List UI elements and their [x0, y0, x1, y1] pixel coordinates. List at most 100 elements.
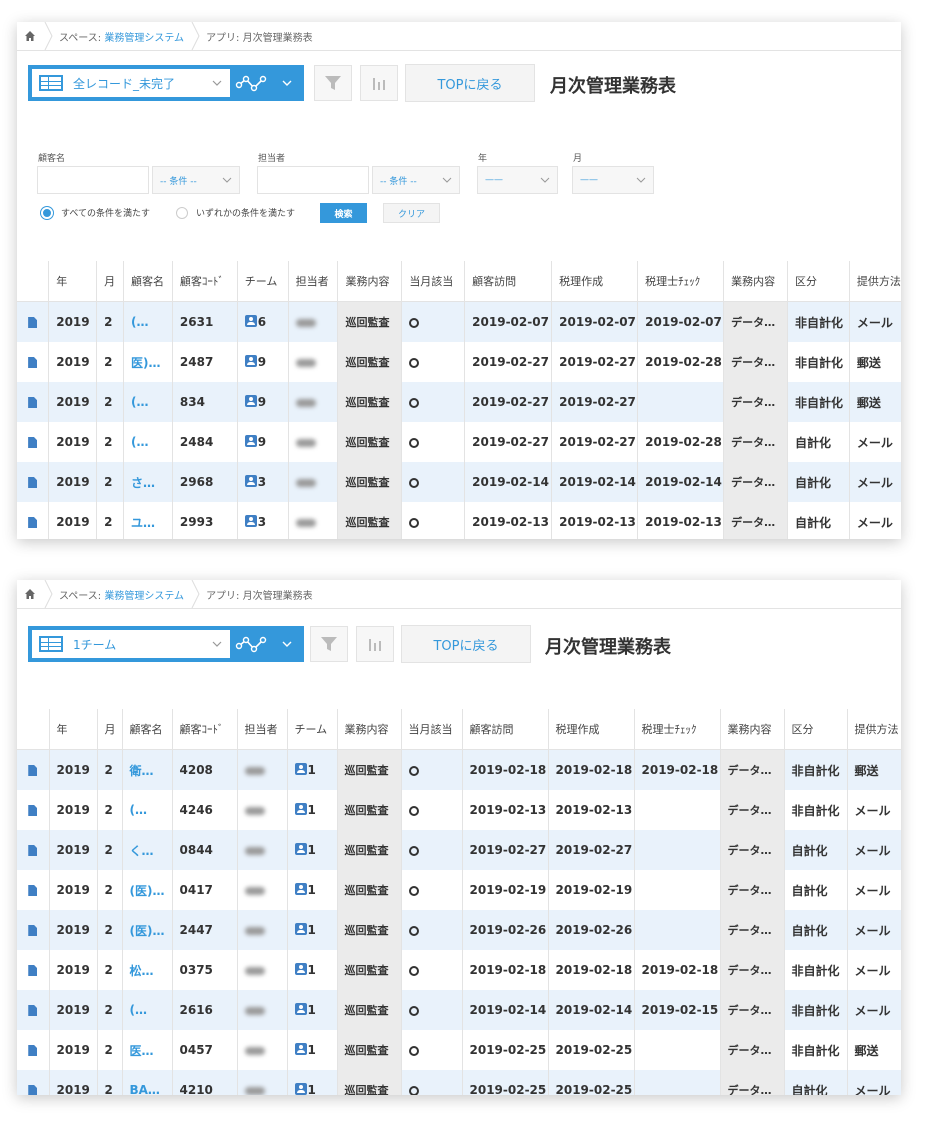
column-header[interactable]: 顧客ｺｰﾄﾞ: [171, 261, 238, 302]
document-icon[interactable]: [28, 965, 38, 976]
graph-button[interactable]: [356, 626, 394, 662]
document-icon[interactable]: [28, 845, 38, 856]
record-detail-cell[interactable]: [17, 870, 49, 910]
view-selector[interactable]: 全レコード_未完了: [28, 65, 304, 101]
column-header[interactable]: 年: [48, 709, 97, 750]
search-button[interactable]: 検索: [320, 203, 367, 223]
column-header[interactable]: 担当者: [287, 261, 338, 302]
year-select[interactable]: ——: [477, 166, 558, 194]
home-icon[interactable]: [17, 22, 43, 50]
customer-name-cell[interactable]: 医)…: [123, 342, 173, 382]
record-detail-cell[interactable]: [17, 342, 49, 382]
customer-name-cell[interactable]: (医)…: [121, 870, 172, 910]
back-to-top-button[interactable]: TOPに戻る: [401, 625, 531, 663]
filter-button[interactable]: [314, 65, 352, 101]
table-row[interactable]: 2019 2 (… 2616 1 巡回監査 2019-02-14 2019-02-14 2019…: [17, 990, 901, 1030]
home-icon[interactable]: [17, 580, 43, 608]
view-dropdown[interactable]: 全レコード_未完了: [32, 69, 230, 97]
column-header[interactable]: 顧客訪問: [461, 709, 548, 750]
column-header[interactable]: 提供方法: [846, 709, 901, 750]
document-icon[interactable]: [28, 517, 38, 528]
column-header[interactable]: 税理作成: [547, 709, 634, 750]
customer-name-cell[interactable]: (…: [123, 422, 173, 462]
column-header[interactable]: 業務内容: [336, 709, 401, 750]
customer-name-cell[interactable]: ユ…: [123, 502, 173, 539]
customer-name-cell[interactable]: 医…: [121, 1030, 172, 1070]
column-header[interactable]: 業務内容: [337, 261, 402, 302]
record-detail-cell[interactable]: [17, 1030, 49, 1070]
column-header[interactable]: 月: [96, 709, 122, 750]
record-detail-cell[interactable]: [17, 422, 49, 462]
breadcrumb-space-link[interactable]: 業務管理システム: [104, 29, 184, 44]
record-detail-cell[interactable]: [17, 910, 49, 950]
column-header[interactable]: 税理士ﾁｪｯｸ: [633, 709, 720, 750]
document-icon[interactable]: [28, 885, 38, 896]
table-row[interactable]: 2019 2 く… 0844 1 巡回監査 2019-02-27 2019-02-27 データ……: [17, 830, 901, 870]
document-icon[interactable]: [28, 805, 38, 816]
document-icon[interactable]: [28, 317, 38, 328]
column-header[interactable]: 業務内容: [719, 709, 784, 750]
record-detail-cell[interactable]: [17, 502, 49, 539]
table-row[interactable]: 2019 2 衛… 4208 1 巡回監査 2019-02-18 2019-02-18 2019…: [17, 749, 901, 790]
chevron-down-icon[interactable]: [280, 637, 294, 651]
match-any-radio[interactable]: いずれかの条件を満たす: [176, 206, 295, 219]
column-header[interactable]: 当月該当: [401, 261, 465, 302]
back-to-top-button[interactable]: TOPに戻る: [405, 64, 535, 102]
table-row[interactable]: 2019 2 医)… 2487 9 巡回監査 2019-02-27 2019-02-27 201…: [17, 342, 901, 382]
customer-name-cell[interactable]: さ…: [123, 462, 173, 502]
customer-name-cell[interactable]: (…: [123, 301, 173, 342]
table-row[interactable]: 2019 2 (医)… 2447 1 巡回監査 2019-02-26 2019-02-26 デー…: [17, 910, 901, 950]
column-header[interactable]: 顧客訪問: [464, 261, 552, 302]
table-row[interactable]: 2019 2 (… 2631 6 巡回監査 2019-02-07 2019-02-07 2019…: [17, 301, 901, 342]
customer-name-cell[interactable]: く…: [121, 830, 172, 870]
document-icon[interactable]: [28, 1005, 38, 1016]
document-icon[interactable]: [28, 925, 38, 936]
table-row[interactable]: 2019 2 BA… 4210 1 巡回監査 2019-02-25 2019-02-25 データ…: [17, 1070, 901, 1095]
graph-icon[interactable]: [235, 634, 269, 654]
staff-filter-input[interactable]: [257, 166, 369, 194]
filter-button[interactable]: [310, 626, 348, 662]
record-detail-cell[interactable]: [17, 749, 49, 790]
column-header[interactable]: チーム: [236, 261, 289, 302]
document-icon[interactable]: [28, 1085, 38, 1095]
breadcrumb-space[interactable]: スペース: 業務管理システム: [53, 29, 190, 44]
table-row[interactable]: 2019 2 (医)… 0417 1 巡回監査 2019-02-19 2019-02-19 デー…: [17, 870, 901, 910]
chevron-down-icon[interactable]: [280, 76, 294, 90]
staff-condition-select[interactable]: -- 条件 --: [372, 166, 460, 194]
record-detail-cell[interactable]: [17, 301, 49, 342]
breadcrumb-app[interactable]: アプリ: 月次管理業務表: [200, 29, 319, 44]
column-header[interactable]: 当月該当: [400, 709, 462, 750]
document-icon[interactable]: [28, 477, 38, 488]
customer-name-cell[interactable]: (…: [123, 382, 173, 422]
column-header[interactable]: 月: [96, 261, 124, 302]
column-header[interactable]: 年: [48, 261, 97, 302]
column-header[interactable]: 顧客名: [121, 709, 172, 750]
customer-name-cell[interactable]: 衛…: [121, 749, 172, 790]
table-row[interactable]: 2019 2 松… 0375 1 巡回監査 2019-02-18 2019-02-18 2019…: [17, 950, 901, 990]
column-header[interactable]: 提供方法: [848, 261, 901, 302]
record-detail-cell[interactable]: [17, 790, 49, 830]
table-row[interactable]: 2019 2 (… 834 9 巡回監査 2019-02-27 2019-02-27 データ… 非…: [17, 382, 901, 422]
table-row[interactable]: 2019 2 医… 0457 1 巡回監査 2019-02-25 2019-02-25 データ……: [17, 1030, 901, 1070]
document-icon[interactable]: [28, 437, 38, 448]
breadcrumb-app[interactable]: アプリ: 月次管理業務表: [200, 587, 319, 602]
month-select[interactable]: ——: [572, 166, 654, 194]
column-header[interactable]: チーム: [286, 709, 337, 750]
table-row[interactable]: 2019 2 (… 2484 9 巡回監査 2019-02-27 2019-02-27 2019…: [17, 422, 901, 462]
column-header[interactable]: 業務内容: [723, 261, 788, 302]
customer-name-cell[interactable]: 松…: [121, 950, 172, 990]
record-detail-cell[interactable]: [17, 830, 49, 870]
column-header[interactable]: 区分: [783, 709, 847, 750]
view-selector[interactable]: 1チーム: [28, 626, 304, 662]
column-header[interactable]: 顧客ｺｰﾄﾞ: [171, 709, 237, 750]
breadcrumb-space[interactable]: スペース: 業務管理システム: [53, 587, 190, 602]
record-detail-cell[interactable]: [17, 950, 49, 990]
view-dropdown[interactable]: 1チーム: [32, 630, 230, 658]
table-row[interactable]: 2019 2 ユ… 2993 3 巡回監査 2019-02-13 2019-02-13 2019…: [17, 502, 901, 539]
graph-icon[interactable]: [235, 73, 269, 93]
customer-name-cell[interactable]: (…: [121, 790, 172, 830]
document-icon[interactable]: [28, 397, 38, 408]
document-icon[interactable]: [28, 357, 38, 368]
customer-name-cell[interactable]: (医)…: [121, 910, 172, 950]
match-all-radio[interactable]: すべての条件を満たす: [41, 206, 150, 219]
